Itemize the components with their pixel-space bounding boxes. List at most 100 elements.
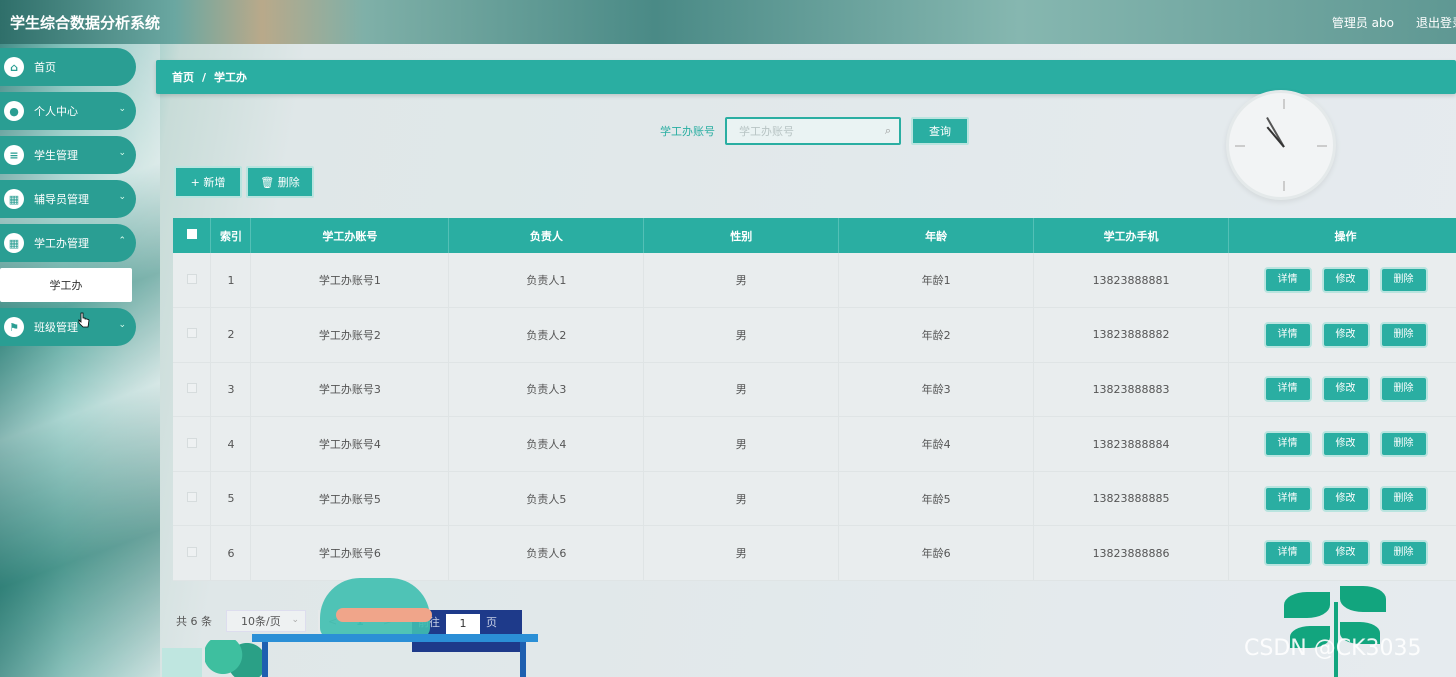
sidebar-item-profile[interactable]: ● 个人中心 ⌄ [0,92,136,130]
cell-index: 6 [210,525,252,582]
sidebar-item-office-mgmt[interactable]: ▦ 学工办管理 ⌃ [0,224,136,262]
cell-actions: 详情 修改 删除 [1228,362,1456,418]
edit-button[interactable]: 修改 [1321,376,1370,403]
detail-button[interactable]: 详情 [1263,321,1312,348]
cell-age: 年龄5 [838,471,1035,527]
page-size-select[interactable]: 10条/页 ⌄ [226,610,306,632]
table-row: 1 学工办账号1 负责人1 男年龄1 13823888881 详情 修改 删除 [173,253,1456,309]
edit-button[interactable]: 修改 [1321,485,1370,512]
illustration-card [162,648,202,677]
delete-button[interactable]: 删除 [1379,431,1428,458]
total-count: 共 6 条 [176,615,212,628]
cell-age: 年龄4 [838,416,1035,472]
sidebar-item-home[interactable]: ⌂ 首页 [0,48,136,86]
illustration-desk-leg [262,642,268,677]
sidebar-item-label: 学生管理 [34,149,78,162]
goto-suffix: 页 [486,616,497,629]
row-checkbox[interactable] [173,307,212,363]
detail-button[interactable]: 详情 [1263,267,1312,294]
edit-button[interactable]: 修改 [1321,267,1370,294]
grid-icon: ▦ [4,189,24,209]
cell-phone: 13823888883 [1033,362,1230,418]
cell-gender: 男 [643,525,840,582]
cell-account: 学工办账号2 [250,307,450,363]
cell-age: 年龄2 [838,307,1035,363]
home-icon: ⌂ [4,57,24,77]
sidebar-item-counselors[interactable]: ▦ 辅导员管理 ⌄ [0,180,136,218]
cell-account: 学工办账号4 [250,416,450,472]
edit-button[interactable]: 修改 [1321,321,1370,348]
cell-actions: 详情 修改 删除 [1228,253,1456,309]
illustration-plant-left [205,640,265,677]
select-all-checkbox[interactable] [173,218,212,253]
chevron-down-icon: ⌄ [118,104,126,114]
detail-button[interactable]: 详情 [1263,376,1312,403]
cell-phone: 13823888882 [1033,307,1230,363]
edit-button[interactable]: 修改 [1321,431,1370,458]
edit-button[interactable]: 修改 [1321,540,1370,567]
table-row: 5 学工办账号5 负责人5 男年龄5 13823888885 详情 修改 删除 [173,471,1456,527]
sidebar-item-students[interactable]: ≡ 学生管理 ⌄ [0,136,136,174]
submenu-item-office[interactable]: 学工办 [0,268,132,302]
breadcrumb-home[interactable]: 首页 [172,69,194,85]
sidebar-item-classes[interactable]: ⚑ 班级管理 ⌄ [0,308,136,346]
row-checkbox[interactable] [173,362,212,418]
sidebar: ⌂ 首页 ● 个人中心 ⌄ ≡ 学生管理 ⌄ ▦ 辅导员管理 ⌄ ▦ 学工办管理… [0,48,140,352]
grid-icon: ▦ [4,233,24,253]
column-header: 性别 [643,218,840,253]
search-input[interactable]: 学工办账号 ⌕ [725,117,901,145]
cell-age: 年龄6 [838,525,1035,582]
table-row: 3 学工办账号3 负责人3 男年龄3 13823888883 详情 修改 删除 [173,362,1456,418]
cell-phone: 13823888884 [1033,416,1230,472]
delete-button[interactable]: 删除 [1379,267,1428,294]
query-button[interactable]: 查询 [911,117,969,145]
sliders-icon: ≡ [4,145,24,165]
cell-gender: 男 [643,307,840,363]
page-size-value: 10条/页 [241,615,281,628]
breadcrumb: 首页 / 学工办 [156,60,1456,94]
row-checkbox[interactable] [173,525,212,582]
detail-button[interactable]: 详情 [1263,431,1312,458]
top-header: 学生综合数据分析系统 管理员 abo 退出登录 [0,0,1456,44]
cell-manager: 负责人2 [448,307,645,363]
admin-user-label[interactable]: 管理员 abo [1332,14,1394,31]
cell-account: 学工办账号1 [250,253,450,309]
chevron-up-icon: ⌃ [118,236,126,246]
cell-account: 学工办账号6 [250,525,450,582]
row-checkbox[interactable] [173,471,212,527]
cell-manager: 负责人1 [448,253,645,309]
user-icon: ● [4,101,24,121]
detail-button[interactable]: 详情 [1263,485,1312,512]
add-button[interactable]: + 新增 [174,166,242,198]
cell-account: 学工办账号3 [250,362,450,418]
delete-button[interactable]: 删除 [1379,540,1428,567]
search-icon: ⌕ [884,124,891,137]
delete-button[interactable]: 删除 [1379,321,1428,348]
logout-link[interactable]: 退出登录 [1416,14,1456,31]
cell-gender: 男 [643,362,840,418]
delete-selected-button[interactable]: 🗑 删除 [246,166,314,198]
table-row: 6 学工办账号6 负责人6 男年龄6 13823888886 详情 修改 删除 [173,525,1456,582]
delete-button[interactable]: 删除 [1379,485,1428,512]
chevron-down-icon: ⌄ [118,148,126,158]
clock-decoration [1226,90,1336,200]
chevron-down-icon: ⌄ [291,615,299,625]
column-header: 负责人 [448,218,645,253]
column-header: 学工办手机 [1033,218,1230,253]
detail-button[interactable]: 详情 [1263,540,1312,567]
search-label: 学工办账号 [660,125,715,138]
row-checkbox[interactable] [173,416,212,472]
delete-button[interactable]: 删除 [1379,376,1428,403]
row-checkbox[interactable] [173,253,212,309]
sidebar-item-label: 辅导员管理 [34,193,89,206]
column-header: 索引 [210,218,252,253]
sidebar-item-label: 个人中心 [34,105,78,118]
column-header: 操作 [1228,218,1456,253]
goto-page-input[interactable]: 1 [446,614,480,634]
cell-manager: 负责人3 [448,362,645,418]
cell-actions: 详情 修改 删除 [1228,416,1456,472]
app-title: 学生综合数据分析系统 [10,14,161,32]
cell-index: 3 [210,362,252,418]
illustration-desk [252,634,538,642]
cell-manager: 负责人6 [448,525,645,582]
